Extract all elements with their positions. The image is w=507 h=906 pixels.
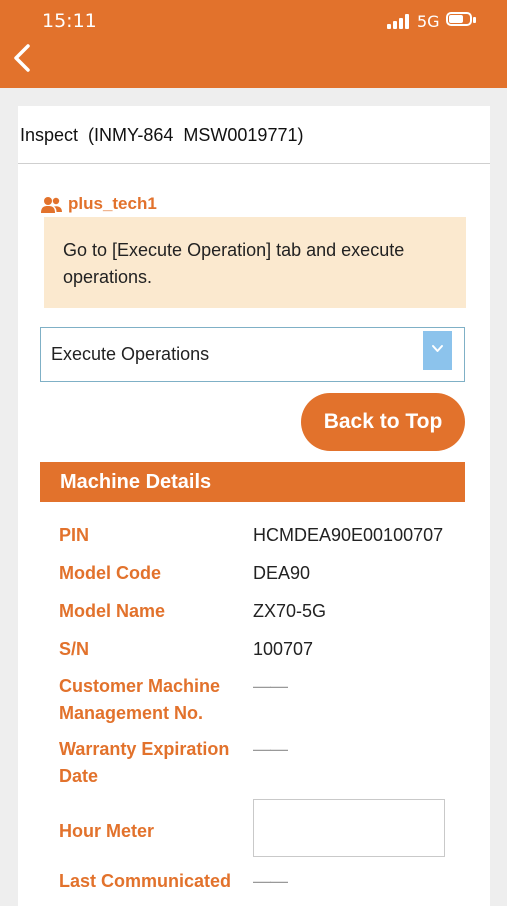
back-to-top-button[interactable]: Back to Top [301,393,465,451]
field-value-customer-machine-no: —— [253,676,288,696]
notice-box: Go to [Execute Operation] tab and execut… [44,217,466,308]
field-label-warranty-expiration: Warranty Expiration Date [59,739,230,786]
operation-select-value: Execute Operations [51,344,210,364]
inspect-card: Inspect (INMY-864 MSW0019771) plus_tech1… [18,106,490,906]
field-label-pin: PIN [59,525,90,545]
user-name: plus_tech1 [68,194,157,213]
field-label-last-communicated: Last Communicated [59,871,232,891]
network-type: 5G [417,12,440,31]
field-label-sn: S/N [59,639,90,659]
chevron-down-icon[interactable] [423,331,452,370]
field-label-customer-machine-no: Customer Machine Management No. [59,676,221,723]
app-header-bar: 15:11 5G [0,0,507,88]
field-value-model-code: DEA90 [253,563,311,583]
field-value-model-name: ZX70-5G [253,601,327,621]
notice-text: Go to [Execute Operation] tab and execut… [63,240,405,287]
signal-icon [387,14,411,29]
operation-select[interactable]: Execute Operations [40,327,465,382]
field-label-hour-meter: Hour Meter [59,821,155,841]
field-value-pin: HCMDEA90E00100707 [253,525,444,545]
page-title: Inspect (INMY-864 MSW0019771) [20,125,304,145]
machine-details-title: Machine Details [60,471,212,493]
back-arrow-icon[interactable] [8,40,38,76]
field-value-last-communicated: —— [253,871,288,891]
status-time: 15:11 [42,10,97,32]
field-label-model-code: Model Code [59,563,161,583]
users-icon [41,197,62,213]
field-value-warranty-expiration: —— [253,739,288,759]
battery-icon [446,12,476,28]
field-value-sn: 100707 [253,639,314,659]
machine-details-header: Machine Details [40,462,465,502]
inspect-header: Inspect (INMY-864 MSW0019771) [18,106,490,164]
hour-meter-input[interactable] [253,799,445,857]
field-label-model-name: Model Name [59,601,166,621]
